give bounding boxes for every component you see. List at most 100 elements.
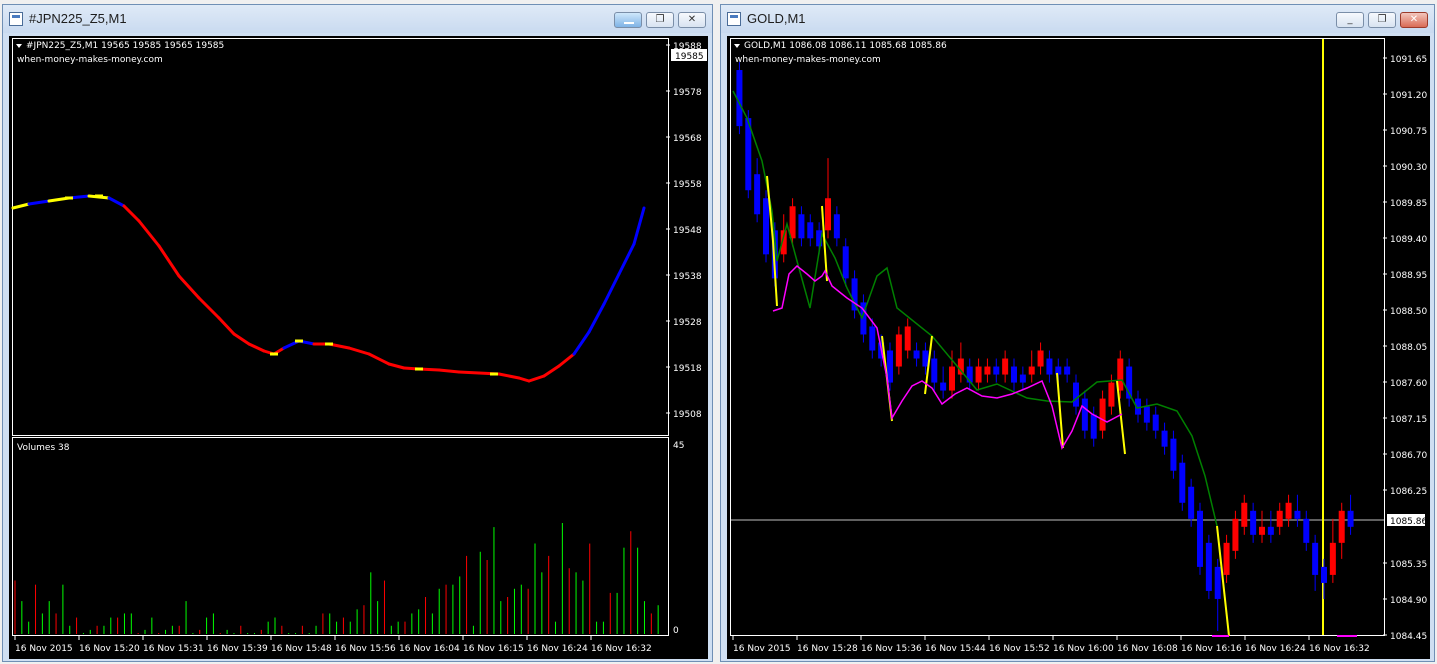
price-tick-label: 1085.35 <box>1390 560 1427 570</box>
jpn225-chart-canvas[interactable]: #JPN225_Z5,M1 19565 19585 19565 19585 wh… <box>9 36 708 659</box>
current-price-label: 1085.86 <box>1390 517 1427 527</box>
candle-body <box>1073 382 1079 407</box>
candle-body <box>1329 542 1336 575</box>
price-line <box>11 194 646 383</box>
candle-body <box>1294 510 1301 519</box>
header-dropdown-icon[interactable] <box>16 44 22 48</box>
candle-body <box>1338 510 1345 543</box>
price-line-segment <box>197 296 221 320</box>
volume-bars <box>14 523 659 634</box>
time-axis[interactable]: 16 Nov 2015 16 Nov 15:20 16 Nov 15:31 16 No… <box>14 636 652 654</box>
volume-label: Volumes 38 <box>17 443 70 453</box>
candle-body <box>1312 542 1319 575</box>
candle-body <box>975 366 982 383</box>
candle-body <box>1223 542 1230 575</box>
current-price-label: 19585 <box>675 52 704 62</box>
close-button[interactable]: ✕ <box>1400 12 1428 28</box>
gold-chart-window[interactable]: GOLD,M1 _ ❐ ✕ GOLD,M1 1086.08 1086.11 10… <box>720 4 1435 662</box>
candle-body <box>869 326 876 351</box>
price-line-segment <box>587 302 606 334</box>
candle-body <box>940 382 947 391</box>
candle-body <box>904 326 911 351</box>
price-tick-label: 19528 <box>673 318 702 328</box>
time-tick-label: 16 Nov 15:20 <box>79 644 140 654</box>
candle-body <box>1081 398 1088 431</box>
price-line-segment <box>557 352 576 368</box>
price-tick-label: 1091.20 <box>1390 91 1427 101</box>
candle-body <box>763 198 769 255</box>
magenta-line <box>772 264 1123 450</box>
price-tick-label: 19568 <box>673 134 702 144</box>
window-titlebar[interactable]: GOLD,M1 _ ❐ ✕ <box>721 5 1434 33</box>
candle-body <box>1179 462 1186 503</box>
candle-body <box>833 214 840 239</box>
price-tick-label: 19508 <box>673 410 702 420</box>
candle-body <box>1108 382 1115 407</box>
time-tick-label: 16 Nov 16:32 <box>1309 644 1370 654</box>
price-tick-label: 1090.30 <box>1390 163 1427 173</box>
gold-chart-canvas[interactable]: GOLD,M1 1086.08 1086.11 1085.68 1085.86 … <box>727 36 1430 659</box>
time-tick-label: 16 Nov 15:56 <box>335 644 396 654</box>
time-tick-label: 16 Nov 15:39 <box>207 644 268 654</box>
candle-body <box>1347 510 1354 527</box>
time-tick-label: 16 Nov 16:24 <box>1245 644 1306 654</box>
time-tick-label: 16 Nov 16:00 <box>1053 644 1114 654</box>
price-line-segment <box>542 364 561 378</box>
close-button[interactable]: ✕ <box>678 12 706 28</box>
candle-body <box>1161 430 1168 447</box>
price-line-segment <box>527 374 546 383</box>
header-dropdown-icon[interactable] <box>734 44 740 48</box>
candle-body <box>1241 502 1248 527</box>
minimize-icon: _ <box>1347 14 1353 25</box>
candle-body <box>851 278 858 311</box>
candle-body <box>993 366 1000 375</box>
candle-body <box>1011 366 1017 383</box>
time-axis[interactable]: 16 Nov 2015 16 Nov 15:28 16 Nov 15:36 16 No… <box>732 636 1370 654</box>
price-line-segment <box>217 316 236 336</box>
candle-body <box>1152 414 1159 431</box>
time-tick-label: 16 Nov 15:28 <box>797 644 858 654</box>
candles <box>736 62 1354 631</box>
time-tick-label: 16 Nov 15:44 <box>925 644 986 654</box>
restore-icon: ❐ <box>1377 14 1387 25</box>
candle-body <box>1019 374 1026 383</box>
time-tick-label: 16 Nov 15:52 <box>989 644 1050 654</box>
candle-body <box>1250 510 1257 535</box>
time-tick-label: 16 Nov 16:24 <box>527 644 588 654</box>
price-line-segment <box>497 372 521 380</box>
close-icon: ✕ <box>687 14 697 25</box>
price-tick-label: 1088.50 <box>1390 307 1427 317</box>
candle-body <box>984 366 991 375</box>
minimize-button[interactable] <box>614 12 642 28</box>
jpn225-chart-window[interactable]: #JPN225_Z5,M1 ❐ ✕ #JPN225_Z5,M1 19565 19… <box>2 4 713 662</box>
chart-area[interactable]: #JPN225_Z5,M1 19565 19585 19565 19585 wh… <box>9 36 708 659</box>
candle-body <box>1090 414 1097 439</box>
time-tick-label: 16 Nov 16:08 <box>1117 644 1178 654</box>
price-tick-label: 1088.05 <box>1390 343 1427 353</box>
minimize-button[interactable]: _ <box>1336 12 1364 28</box>
price-tick-label: 19518 <box>673 364 702 374</box>
main-panel-border <box>730 38 1385 636</box>
price-line-segment <box>457 370 481 375</box>
window-title: #JPN225_Z5,M1 <box>29 11 127 26</box>
candle-body <box>1321 566 1327 583</box>
price-axis[interactable]: 1091.65 1091.20 1090.75 1090.30 1089.85 1089.… <box>1383 55 1427 642</box>
time-tick-label: 16 Nov 16:32 <box>591 644 652 654</box>
restore-button[interactable]: ❐ <box>1368 12 1396 28</box>
window-titlebar[interactable]: #JPN225_Z5,M1 ❐ ✕ <box>3 5 712 33</box>
chart-area[interactable]: GOLD,M1 1086.08 1086.11 1085.68 1085.86 … <box>727 36 1430 659</box>
price-line-segment <box>347 346 371 356</box>
chart-header: #JPN225_Z5,M1 19565 19585 19565 19585 <box>26 41 224 51</box>
price-line-segment <box>617 242 636 276</box>
price-tick-label: 19548 <box>673 226 702 236</box>
candle-body <box>1205 542 1212 591</box>
volume-panel-border <box>12 437 669 636</box>
green-trend-line <box>732 90 1218 527</box>
price-tick-label: 1091.65 <box>1390 55 1427 65</box>
price-line-segment <box>137 219 161 248</box>
price-axis[interactable]: 1958819578195681955819548195381952819518… <box>666 42 702 420</box>
price-line-segment <box>632 206 646 246</box>
price-tick-label: 1089.40 <box>1390 235 1427 245</box>
candle-body <box>1064 366 1071 375</box>
restore-button[interactable]: ❐ <box>646 12 674 28</box>
